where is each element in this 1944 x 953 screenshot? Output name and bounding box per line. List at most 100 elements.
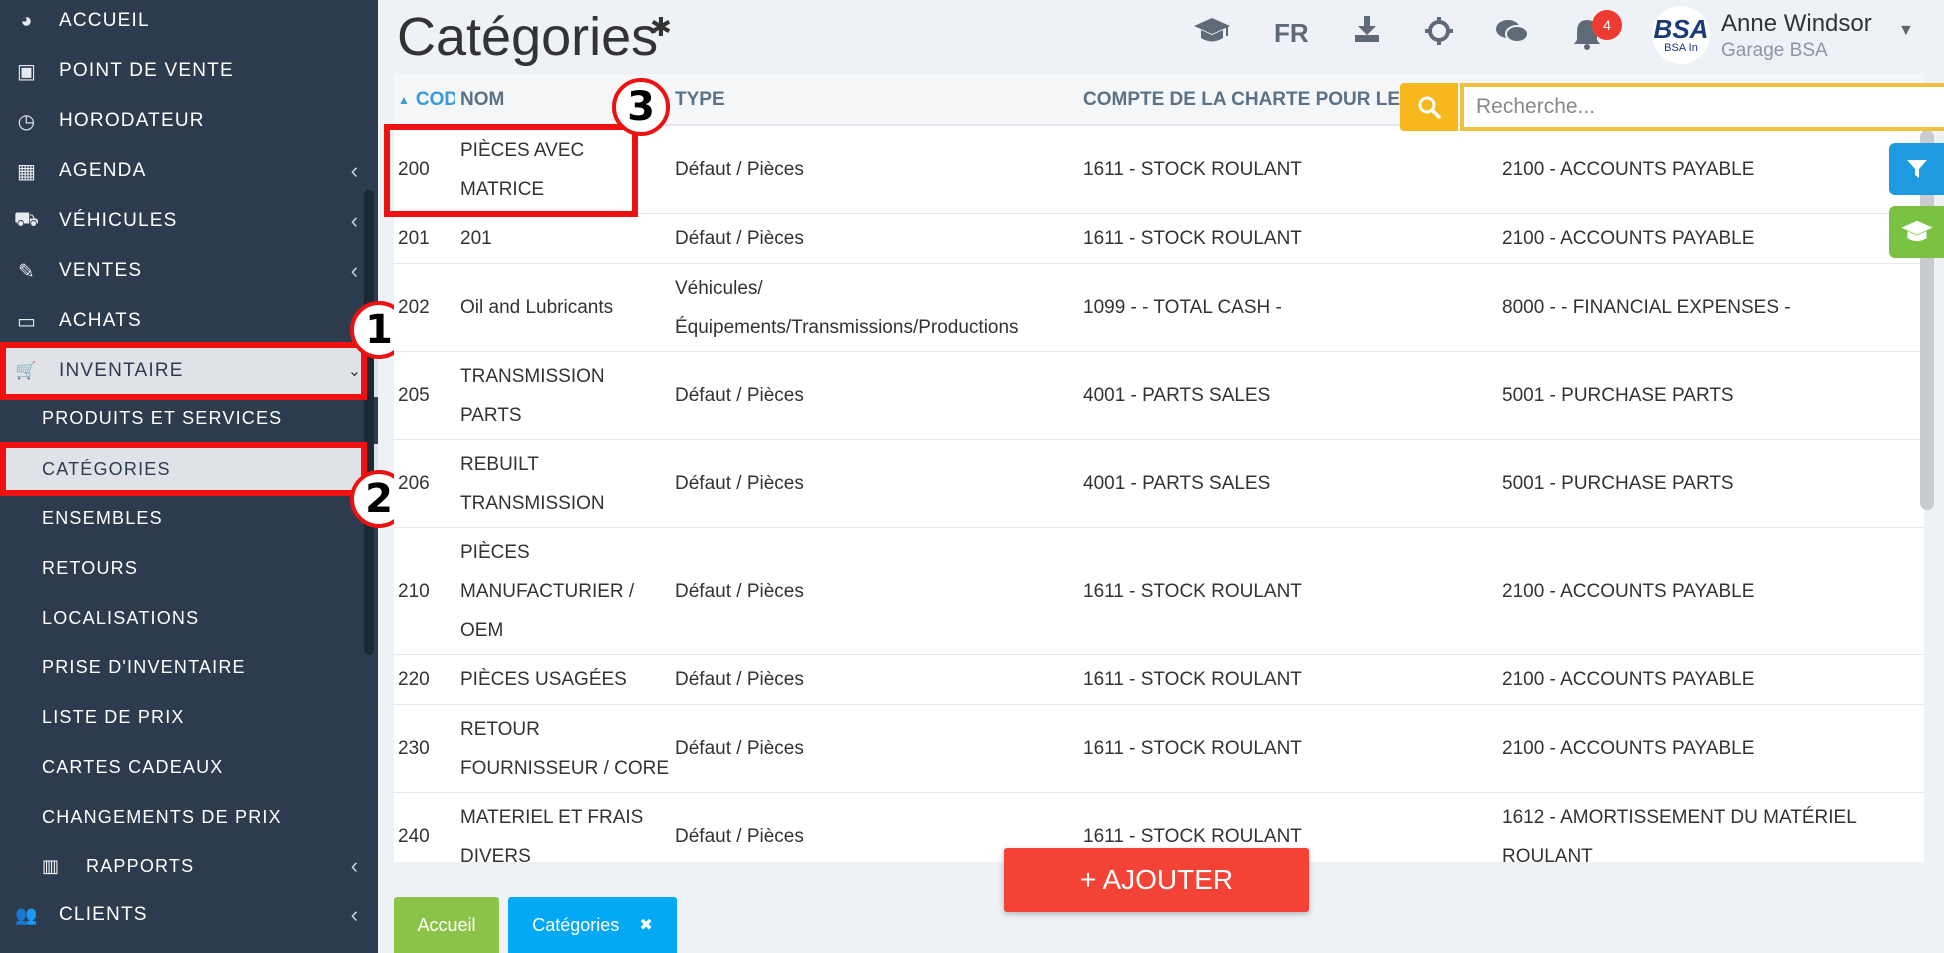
gear-icon[interactable]: ✱ [650,12,672,43]
table-cell-compte1: 1611 - STOCK ROULANT [1083,214,1493,263]
sidebar-subitem-prise-inventaire[interactable]: PRISE D'INVENTAIRE [0,643,378,691]
table-cell-compte2: 2100 - ACCOUNTS PAYABLE [1502,705,1902,792]
sidebar-item-agenda[interactable]: ▦ AGENDA ‹ [0,147,378,195]
sidebar-item-clients[interactable]: 👥 CLIENTS ‹ [0,891,378,939]
cell-line: 1611 - STOCK ROULANT [1083,159,1302,180]
table-cell-compte2: 2100 - ACCOUNTS PAYABLE [1502,655,1902,704]
column-header-compte[interactable]: COMPTE DE LA CHARTE POUR LES [1083,74,1403,126]
cell-line: 1612 - AMORTISSEMENT DU MATÉRIEL [1502,806,1857,828]
chevron-left-icon: ‹ [350,902,360,927]
sidebar-item-achats[interactable]: ▭ ACHATS [0,297,378,345]
column-header-code[interactable]: ▲ CODE [398,74,455,126]
search-input[interactable] [1460,83,1944,131]
table-cell-compte2: 1612 - AMORTISSEMENT DU MATÉRIEL ROULANT [1502,793,1902,863]
sidebar-subitem-localisations[interactable]: LOCALISATIONS [0,594,378,642]
sidebar-subitem-cartes-cadeaux[interactable]: CARTES CADEAUX [0,743,378,791]
cell-line: PIÈCES [460,541,530,563]
cell-line: 8000 - - FINANCIAL EXPENSES - [1502,297,1791,318]
highlight-box-first-row [384,124,638,217]
cell-line: 210 [398,580,430,602]
table-cell-type: Défaut / Pièces [675,352,1075,439]
sidebar-subitem-changements-de-prix[interactable]: CHANGEMENTS DE PRIX [0,793,378,841]
cell-line: 4001 - PARTS SALES [1083,385,1271,406]
table-cell-compte1: 4001 - PARTS SALES [1083,352,1493,439]
cell-line: 240 [398,826,430,847]
sidebar-subitem-label: RETOURS [42,557,139,578]
table-row[interactable]: 201 201 Défaut / Pièces 1611 - STOCK ROULAN… [394,214,1924,264]
avatar[interactable]: BSA BSA In [1652,6,1710,64]
table-row[interactable]: 220 PIÈCES USAGÉES Défaut / Pièces 1611 - S… [394,655,1924,705]
column-header-label: COMPTE DE LA CHARTE POUR LES [1083,89,1403,110]
cell-line: Véhicules/ [675,277,763,299]
table-cell-code: 206 [398,440,456,527]
table-row[interactable]: 206 REBUILT TRANSMISSION Défaut / Pièces 400… [394,440,1924,528]
calendar-icon: ▦ [16,160,38,183]
search-icon [1418,96,1441,119]
highlight-box-inventaire [0,342,367,400]
cell-line: 2100 - ACCOUNTS PAYABLE [1502,159,1755,180]
column-header-type[interactable]: TYPE [675,74,975,126]
sidebar-item-horodateur[interactable]: ◷ HORODATEUR [0,97,378,145]
sidebar-item-label: HORODATEUR [59,110,205,131]
cell-line: 2100 - ACCOUNTS PAYABLE [1502,228,1755,249]
edit-icon: ✎ [18,260,36,283]
table-cell-nom: 201 [460,214,670,263]
column-header-label: NOM [460,89,505,110]
cell-line: 202 [398,297,430,318]
table-cell-type: Défaut / Pièces [675,126,1075,213]
sidebar-subitem-retours[interactable]: RETOURS [0,544,378,592]
bottom-tab-accueil[interactable]: Accueil [394,897,499,953]
cell-line: ROULANT [1502,845,1593,863]
tutorial-button[interactable] [1889,206,1944,258]
chevron-left-icon: ‹ [350,853,360,878]
chevron-left-icon: ‹ [350,158,360,183]
sidebar-item-label: CLIENTS [59,904,148,925]
settings-icon[interactable] [1424,16,1454,54]
search-button[interactable] [1400,83,1458,131]
bottom-tab-categories[interactable]: Catégories ✖ [508,897,677,953]
bottom-tab-label: Catégories [532,914,620,935]
filter-button[interactable] [1889,143,1944,195]
sidebar-subitem-label: ENSEMBLES [42,507,163,528]
cell-line: 1611 - STOCK ROULANT [1083,228,1302,249]
sidebar-item-accueil[interactable]: ◕ ACCUEIL [0,0,378,45]
cell-line: RETOUR [460,718,540,740]
sidebar-item-ventes[interactable]: ✎ VENTES ‹ [0,247,378,295]
close-icon[interactable]: ✖ [639,915,652,935]
user-name[interactable]: Anne Windsor [1721,10,1872,38]
cell-line: PARTS [460,404,522,426]
column-header-nom[interactable]: NOM [460,74,610,126]
cell-line: 201 [398,228,430,249]
bar-chart-icon: ▥ [42,855,61,876]
sidebar-subitem-label: LISTE DE PRIX [42,706,185,727]
language-selector[interactable]: FR [1274,18,1309,49]
sidebar-item-label: VENTES [59,260,143,281]
table-cell-type: Défaut / Pièces [675,528,1075,654]
table-cell-nom: TRANSMISSION PARTS [460,352,670,439]
sidebar-scrollbar[interactable] [364,190,374,655]
table-cell-nom: MATERIEL ET FRAIS DIVERS [460,793,670,863]
cell-line: FOURNISSEUR / CORE [460,757,670,779]
table-row[interactable]: 210 PIÈCES MANUFACTURIER / OEM Défaut / Pièc… [394,528,1924,655]
add-button[interactable]: + AJOUTER [1004,848,1309,912]
sidebar-item-label: ACHATS [59,310,142,331]
chat-icon[interactable] [1495,18,1529,54]
cell-line: 5001 - PURCHASE PARTS [1502,473,1734,494]
caret-down-icon[interactable]: ▼ [1898,22,1914,40]
table-cell-type: Défaut / Pièces [675,214,1075,263]
cell-line: OEM [460,619,504,641]
cell-line: Équipements/Transmissions/Productions [675,316,1019,338]
sidebar-subitem-produits-et-services[interactable]: PRODUITS ET SERVICES [0,394,378,442]
table-cell-compte2: 5001 - PURCHASE PARTS [1502,352,1902,439]
table-row[interactable]: 205 TRANSMISSION PARTS Défaut / Pièces 4001 … [394,352,1924,440]
sidebar-subitem-liste-de-prix[interactable]: LISTE DE PRIX [0,693,378,741]
sidebar-subitem-rapports[interactable]: ▥ RAPPORTS ‹ [0,842,378,890]
sidebar-item-point-de-vente[interactable]: ▣ POINT DE VENTE [0,47,378,95]
graduation-cap-icon[interactable] [1193,16,1231,54]
sidebar-subitem-ensembles[interactable]: ENSEMBLES [0,494,378,542]
table-row[interactable]: 202 Oil and Lubricants Véhicules/Équipemen… [394,264,1924,352]
table-row[interactable]: 230 RETOUR FOURNISSEUR / CORE Défaut / Pièc… [394,705,1924,793]
table-cell-type: Défaut / Pièces [675,655,1075,704]
download-icon[interactable] [1352,14,1382,52]
sidebar-item-vehicules[interactable]: ⛟ VÉHICULES ‹ [0,197,378,245]
